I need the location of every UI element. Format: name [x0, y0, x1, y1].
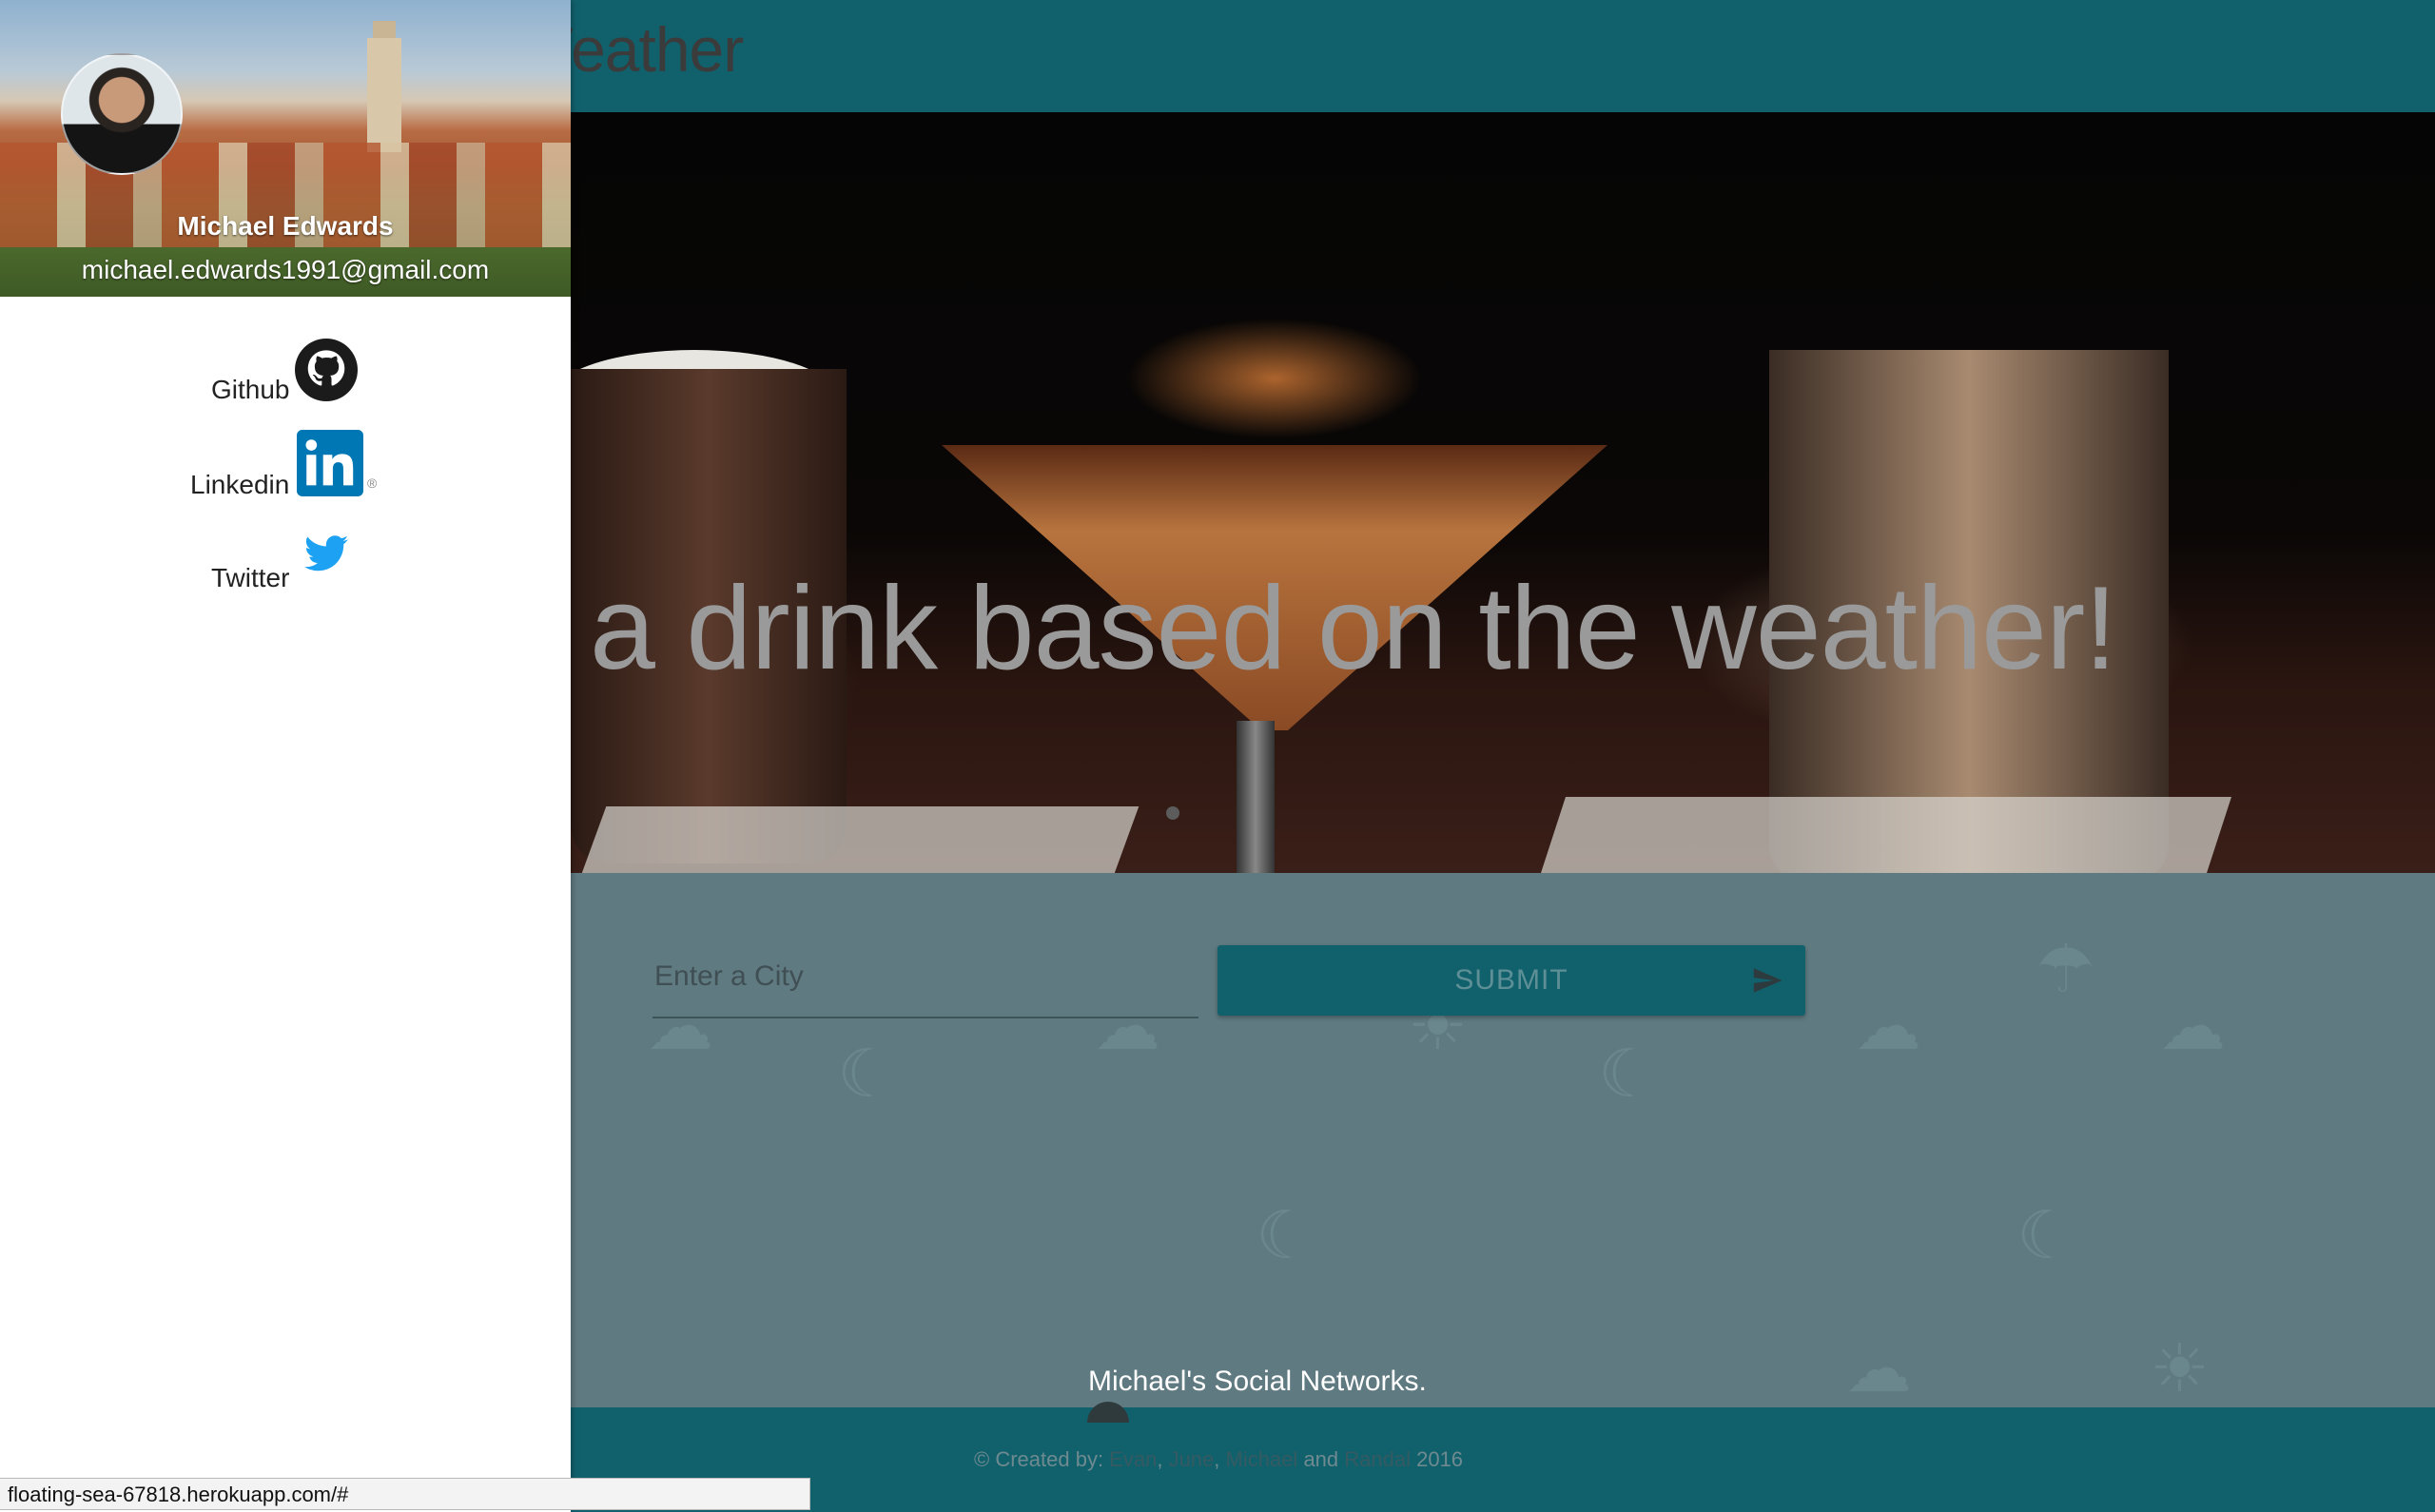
background-tower: [367, 38, 401, 152]
github-icon[interactable]: [295, 339, 358, 401]
browser-status-url: floating-sea-67818.herokuapp.com/#: [0, 1478, 810, 1510]
hero-tagline: a drink based on the weather!: [590, 563, 2117, 694]
weather-sun-icon: ☀: [2150, 1331, 2210, 1405]
author-and: and: [1297, 1447, 1345, 1471]
author-separator: ,: [1157, 1447, 1169, 1471]
twitter-label: Twitter: [211, 563, 290, 592]
linkedin-label: Linkedin: [190, 470, 290, 499]
author-link-evan[interactable]: Evan: [1109, 1447, 1157, 1471]
registered-mark-icon: ®: [367, 475, 378, 491]
twitter-link[interactable]: Twitter: [211, 563, 289, 593]
user-name[interactable]: Michael Edwards: [0, 211, 571, 242]
linkedin-link[interactable]: Linkedin: [190, 470, 289, 500]
send-icon: [1753, 968, 1782, 993]
weather-moon-icon: ☾: [1598, 1037, 1658, 1111]
social-networks-title: Michael's Social Networks.: [1088, 1366, 1427, 1397]
user-email[interactable]: michael.edwards1991@gmail.com: [0, 255, 571, 285]
submit-label: SUBMIT: [1454, 964, 1568, 996]
author-link-june[interactable]: June: [1169, 1447, 1215, 1471]
twitter-icon[interactable]: [304, 534, 348, 572]
side-drawer: Michael Edwards michael.edwards1991@gmai…: [0, 0, 571, 1512]
author-link-randal[interactable]: Randal: [1344, 1447, 1411, 1471]
author-separator: ,: [1214, 1447, 1226, 1471]
github-link[interactable]: Github: [211, 375, 290, 405]
copyright: © Created by: Evan, June, Michael and Ra…: [974, 1447, 1463, 1472]
github-label: Github: [211, 375, 290, 404]
city-input[interactable]: [653, 937, 1198, 1018]
weather-moon-icon: ☾: [1256, 1198, 1315, 1272]
weather-moon-icon: ☾: [837, 1037, 897, 1111]
avatar[interactable]: [61, 53, 183, 175]
copyright-prefix: © Created by:: [974, 1447, 1110, 1471]
weather-cloud-icon: ☁: [1855, 989, 1921, 1063]
weather-cloud-icon: ☁: [2159, 989, 2226, 1063]
weather-rain-icon: ☂: [2036, 932, 2095, 1006]
linkedin-icon[interactable]: [297, 430, 363, 496]
user-header: Michael Edwards michael.edwards1991@gmai…: [0, 0, 571, 297]
submit-button[interactable]: SUBMIT: [1218, 945, 1805, 1016]
carousel-indicator[interactable]: [1166, 806, 1179, 820]
weather-moon-icon: ☾: [2016, 1198, 2076, 1272]
weather-cloud-icon: ☁: [1845, 1331, 1912, 1405]
author-link-michael[interactable]: Michael: [1226, 1447, 1298, 1471]
copyright-year: 2016: [1410, 1447, 1464, 1471]
